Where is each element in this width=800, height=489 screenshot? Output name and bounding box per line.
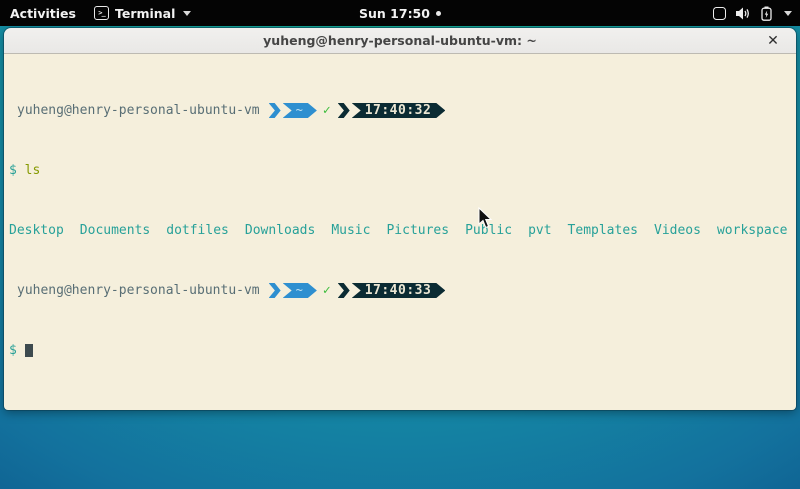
- gnome-top-bar: Activities >_ Terminal Sun 17:50: [0, 0, 800, 26]
- chevron-down-icon: [183, 11, 191, 16]
- screen-icon: [713, 7, 726, 20]
- powerline-chevron-icon: [338, 283, 350, 298]
- typed-command: ls: [25, 163, 41, 178]
- terminal-output-area[interactable]: yuheng@henry-personal-ubuntu-vm ~ ✓ 17:4…: [4, 54, 796, 410]
- terminal-titlebar[interactable]: yuheng@henry-personal-ubuntu-vm: ~ ✕: [4, 28, 796, 54]
- terminal-window: yuheng@henry-personal-ubuntu-vm: ~ ✕ yuh…: [4, 28, 796, 410]
- prompt-line-1: yuheng@henry-personal-ubuntu-vm ~ ✓ 17:4…: [9, 103, 791, 118]
- current-input-line[interactable]: $: [9, 343, 791, 358]
- activities-button[interactable]: Activities: [10, 6, 76, 21]
- ls-output-line: Desktop Documents dotfiles Downloads Mus…: [9, 223, 791, 238]
- powerline-chevron-icon: [269, 283, 281, 298]
- directory-name: Videos: [654, 223, 701, 238]
- directory-name: Public: [465, 223, 512, 238]
- close-icon[interactable]: ✕: [762, 28, 784, 54]
- prompt-time-segment: 17:40:32: [352, 103, 446, 118]
- terminal-icon: >_: [94, 6, 109, 20]
- powerline-chevron-icon: [269, 103, 281, 118]
- prompt-user-host: yuheng@henry-personal-ubuntu-vm: [9, 283, 260, 298]
- battery-charging-icon: [761, 6, 772, 21]
- powerline-chevron-icon: [338, 103, 350, 118]
- system-status-area[interactable]: [713, 0, 792, 26]
- window-title: yuheng@henry-personal-ubuntu-vm: ~: [263, 33, 537, 48]
- prompt-char: $: [9, 343, 17, 358]
- command-line: $ ls: [9, 163, 791, 178]
- directory-name: workspace: [717, 223, 787, 238]
- clock-button[interactable]: Sun 17:50: [359, 6, 441, 21]
- directory-name: pvt: [528, 223, 551, 238]
- chevron-down-icon: [784, 11, 792, 16]
- directory-name: Pictures: [386, 223, 449, 238]
- directory-name: Desktop: [9, 223, 64, 238]
- directory-name: Downloads: [245, 223, 315, 238]
- prompt-char: $: [9, 163, 17, 178]
- directory-name: Music: [331, 223, 370, 238]
- directory-name: dotfiles: [166, 223, 229, 238]
- prompt-cwd-segment: ~: [283, 283, 317, 298]
- text-cursor: [25, 344, 33, 357]
- prompt-cwd-segment: ~: [283, 103, 317, 118]
- status-check-icon: ✓: [323, 103, 331, 118]
- directory-name: Documents: [80, 223, 150, 238]
- prompt-line-2: yuheng@henry-personal-ubuntu-vm ~ ✓ 17:4…: [9, 283, 791, 298]
- prompt-time-segment: 17:40:33: [352, 283, 446, 298]
- prompt-user-host: yuheng@henry-personal-ubuntu-vm: [9, 103, 260, 118]
- app-menu-terminal[interactable]: >_ Terminal: [94, 6, 191, 21]
- status-check-icon: ✓: [323, 283, 331, 298]
- notification-dot: [436, 11, 441, 16]
- clock-label: Sun 17:50: [359, 6, 430, 21]
- app-menu-label: Terminal: [115, 6, 175, 21]
- volume-icon: [736, 7, 751, 20]
- directory-name: Templates: [568, 223, 638, 238]
